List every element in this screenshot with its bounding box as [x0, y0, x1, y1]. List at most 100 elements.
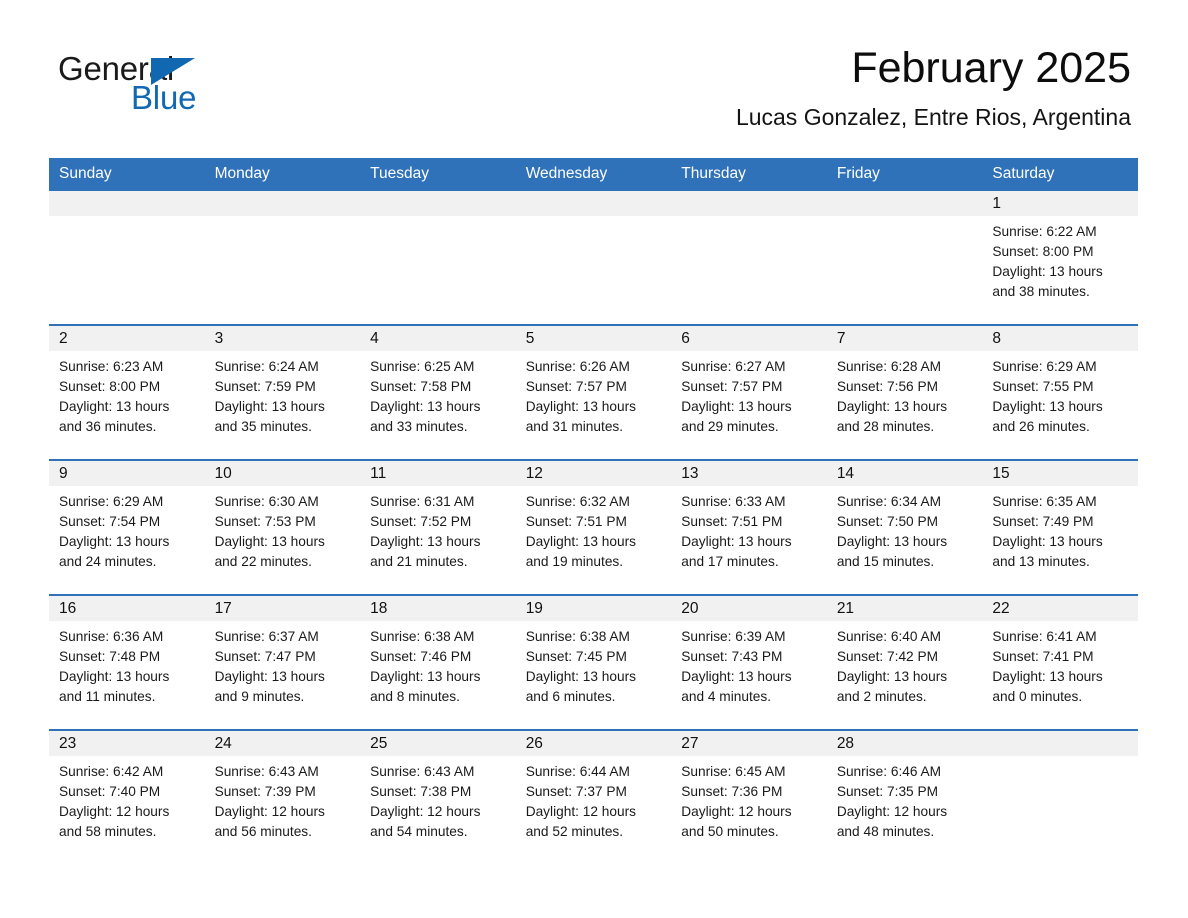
day-cell-inner: 21 Sunrise: 6:40 AM Sunset: 7:42 PM Dayligh… [826, 596, 983, 729]
day-cell-inner: 20 Sunrise: 6:39 AM Sunset: 7:43 PM Dayligh… [671, 596, 827, 729]
calendar-day-cell[interactable]: 27 Sunrise: 6:45 AM Sunset: 7:36 PM Dayligh… [671, 729, 827, 864]
sunset-text: Sunset: 7:35 PM [836, 784, 939, 799]
calendar-day-cell[interactable]: 4 Sunrise: 6:25 AM Sunset: 7:58 PM Daylight… [360, 324, 516, 460]
day-details: Sunrise: 6:29 AM Sunset: 7:54 PM Daylight:… [49, 486, 205, 572]
weekday-header-thursday: Thursday [671, 158, 827, 191]
day-number [204, 191, 361, 216]
sunrise-text: Sunrise: 6:28 AM [836, 359, 942, 374]
calendar-day-cell[interactable]: 24 Sunrise: 6:43 AM Sunset: 7:39 PM Dayligh… [204, 729, 361, 864]
day-number: 4 [360, 326, 516, 351]
day-cell-inner: 3 Sunrise: 6:24 AM Sunset: 7:59 PM Daylight… [204, 326, 361, 459]
sunrise-text: Sunrise: 6:29 AM [992, 359, 1097, 374]
calendar-day-cell[interactable]: 17 Sunrise: 6:37 AM Sunset: 7:47 PM Dayligh… [204, 594, 361, 730]
calendar-week-row: 23 Sunrise: 6:42 AM Sunset: 7:40 PM Dayligh… [49, 729, 1138, 864]
calendar-header-row: Sunday Monday Tuesday Wednesday Thursday… [49, 158, 1138, 191]
sunset-text: Sunset: 7:54 PM [59, 514, 161, 529]
sunset-text: Sunset: 7:51 PM [681, 514, 783, 529]
calendar-day-cell[interactable]: 11 Sunrise: 6:31 AM Sunset: 7:52 PM Dayligh… [360, 459, 516, 595]
day-cell-inner: 18 Sunrise: 6:38 AM Sunset: 7:46 PM Dayligh… [360, 596, 516, 729]
day-details: Sunrise: 6:39 AM Sunset: 7:43 PM Daylight:… [671, 621, 827, 707]
calendar-day-cell[interactable]: 8 Sunrise: 6:29 AM Sunset: 7:55 PM Daylight… [982, 324, 1138, 460]
sunrise-text: Sunrise: 6:30 AM [214, 494, 319, 509]
sunrise-text: Sunrise: 6:24 AM [214, 359, 319, 374]
day-details: Sunrise: 6:32 AM Sunset: 7:51 PM Daylight:… [516, 486, 672, 572]
calendar-day-cell[interactable]: 1 Sunrise: 6:22 AM Sunset: 8:00 PM Daylight… [982, 191, 1138, 325]
calendar-day-cell-empty [360, 191, 516, 325]
location-subtitle: Lucas Gonzalez, Entre Rios, Argentina [735, 104, 1131, 131]
calendar-week-row: 1 Sunrise: 6:22 AM Sunset: 8:00 PM Daylight… [49, 191, 1138, 325]
day-details: Sunrise: 6:27 AM Sunset: 7:57 PM Daylight:… [671, 351, 827, 437]
sunset-text: Sunset: 7:41 PM [992, 649, 1094, 664]
page-header: General Blue February 2025 Lucas Gonzale… [0, 0, 1188, 130]
daylight-text: Daylight: 13 hours and 15 minutes. [836, 534, 948, 569]
day-details: Sunrise: 6:28 AM Sunset: 7:56 PM Daylight:… [827, 351, 983, 437]
day-number: 15 [982, 461, 1138, 486]
calendar-day-cell-empty [982, 729, 1138, 864]
day-number: 19 [515, 596, 672, 621]
day-number [49, 191, 205, 216]
calendar-day-cell[interactable]: 22 Sunrise: 6:41 AM Sunset: 7:41 PM Dayligh… [982, 594, 1138, 730]
day-number: 25 [360, 731, 516, 756]
sunrise-text: Sunrise: 6:34 AM [836, 494, 942, 509]
calendar-day-cell[interactable]: 20 Sunrise: 6:39 AM Sunset: 7:43 PM Dayligh… [671, 594, 827, 730]
calendar-day-cell[interactable]: 2 Sunrise: 6:23 AM Sunset: 8:00 PM Daylight… [49, 324, 205, 460]
calendar-day-cell[interactable]: 3 Sunrise: 6:24 AM Sunset: 7:59 PM Daylight… [204, 324, 361, 460]
calendar-day-cell[interactable]: 9 Sunrise: 6:29 AM Sunset: 7:54 PM Daylight… [49, 459, 205, 595]
sunrise-text: Sunrise: 6:31 AM [370, 494, 475, 509]
day-number [515, 191, 672, 216]
calendar-day-cell[interactable]: 15 Sunrise: 6:35 AM Sunset: 7:49 PM Dayligh… [982, 459, 1138, 595]
day-number: 28 [826, 731, 983, 756]
calendar-day-cell[interactable]: 10 Sunrise: 6:30 AM Sunset: 7:53 PM Dayligh… [204, 459, 361, 595]
day-cell-inner: 6 Sunrise: 6:27 AM Sunset: 7:57 PM Daylight… [671, 326, 827, 459]
daylight-text: Daylight: 13 hours and 38 minutes. [992, 264, 1103, 299]
general-blue-logo[interactable]: General Blue [58, 52, 318, 116]
calendar-day-cell[interactable]: 28 Sunrise: 6:46 AM Sunset: 7:35 PM Dayligh… [826, 729, 983, 864]
day-cell-inner: 23 Sunrise: 6:42 AM Sunset: 7:40 PM Dayligh… [49, 731, 205, 864]
day-details: Sunrise: 6:30 AM Sunset: 7:53 PM Daylight:… [205, 486, 361, 572]
sunset-text: Sunset: 8:00 PM [59, 379, 161, 394]
day-details: Sunrise: 6:24 AM Sunset: 7:59 PM Daylight:… [205, 351, 361, 437]
day-cell-inner: 7 Sunrise: 6:28 AM Sunset: 7:56 PM Daylight… [826, 326, 983, 459]
day-cell-inner [515, 191, 672, 324]
sunset-text: Sunset: 7:56 PM [836, 379, 939, 394]
sunset-text: Sunset: 7:46 PM [370, 649, 472, 664]
daylight-text: Daylight: 13 hours and 22 minutes. [214, 534, 325, 569]
sunset-text: Sunset: 7:50 PM [836, 514, 939, 529]
day-number: 12 [515, 461, 672, 486]
day-number: 8 [982, 326, 1138, 351]
day-cell-inner: 13 Sunrise: 6:33 AM Sunset: 7:51 PM Dayligh… [671, 461, 827, 594]
sunset-text: Sunset: 7:40 PM [59, 784, 161, 799]
calendar-day-cell[interactable]: 19 Sunrise: 6:38 AM Sunset: 7:45 PM Dayligh… [515, 594, 672, 730]
sunset-text: Sunset: 7:39 PM [214, 784, 316, 799]
day-cell-inner: 12 Sunrise: 6:32 AM Sunset: 7:51 PM Dayligh… [515, 461, 672, 594]
calendar-day-cell[interactable]: 13 Sunrise: 6:33 AM Sunset: 7:51 PM Dayligh… [671, 459, 827, 595]
sunrise-text: Sunrise: 6:27 AM [681, 359, 786, 374]
calendar-day-cell[interactable]: 25 Sunrise: 6:43 AM Sunset: 7:38 PM Dayligh… [360, 729, 516, 864]
day-cell-inner: 25 Sunrise: 6:43 AM Sunset: 7:38 PM Dayligh… [360, 731, 516, 864]
day-cell-inner [671, 191, 827, 324]
logo-text-blue: Blue [131, 79, 197, 116]
sunrise-text: Sunrise: 6:38 AM [370, 629, 475, 644]
calendar-day-cell[interactable]: 18 Sunrise: 6:38 AM Sunset: 7:46 PM Dayligh… [360, 594, 516, 730]
calendar-day-cell[interactable]: 12 Sunrise: 6:32 AM Sunset: 7:51 PM Dayligh… [515, 459, 672, 595]
calendar-day-cell[interactable]: 14 Sunrise: 6:34 AM Sunset: 7:50 PM Dayligh… [826, 459, 983, 595]
calendar-day-cell[interactable]: 21 Sunrise: 6:40 AM Sunset: 7:42 PM Dayligh… [826, 594, 983, 730]
sunset-text: Sunset: 7:53 PM [214, 514, 316, 529]
calendar-day-cell[interactable]: 26 Sunrise: 6:44 AM Sunset: 7:37 PM Dayligh… [515, 729, 672, 864]
day-details: Sunrise: 6:45 AM Sunset: 7:36 PM Daylight:… [671, 756, 827, 842]
daylight-text: Daylight: 13 hours and 19 minutes. [525, 534, 637, 569]
day-cell-inner: 10 Sunrise: 6:30 AM Sunset: 7:53 PM Dayligh… [204, 461, 361, 594]
calendar-day-cell[interactable]: 16 Sunrise: 6:36 AM Sunset: 7:48 PM Dayligh… [49, 594, 205, 730]
sunset-text: Sunset: 7:52 PM [370, 514, 472, 529]
calendar-day-cell[interactable]: 23 Sunrise: 6:42 AM Sunset: 7:40 PM Dayligh… [49, 729, 205, 864]
day-details: Sunrise: 6:34 AM Sunset: 7:50 PM Daylight:… [827, 486, 983, 572]
sunset-text: Sunset: 7:36 PM [681, 784, 783, 799]
daylight-text: Daylight: 12 hours and 54 minutes. [370, 804, 481, 839]
day-details: Sunrise: 6:44 AM Sunset: 7:37 PM Daylight:… [516, 756, 672, 842]
daylight-text: Daylight: 12 hours and 50 minutes. [681, 804, 792, 839]
calendar-day-cell[interactable]: 5 Sunrise: 6:26 AM Sunset: 7:57 PM Daylight… [515, 324, 672, 460]
calendar-week-row: 16 Sunrise: 6:36 AM Sunset: 7:48 PM Dayligh… [49, 594, 1138, 730]
calendar-day-cell[interactable]: 7 Sunrise: 6:28 AM Sunset: 7:56 PM Daylight… [826, 324, 983, 460]
sunset-text: Sunset: 7:57 PM [525, 379, 627, 394]
calendar-day-cell[interactable]: 6 Sunrise: 6:27 AM Sunset: 7:57 PM Daylight… [671, 324, 827, 460]
